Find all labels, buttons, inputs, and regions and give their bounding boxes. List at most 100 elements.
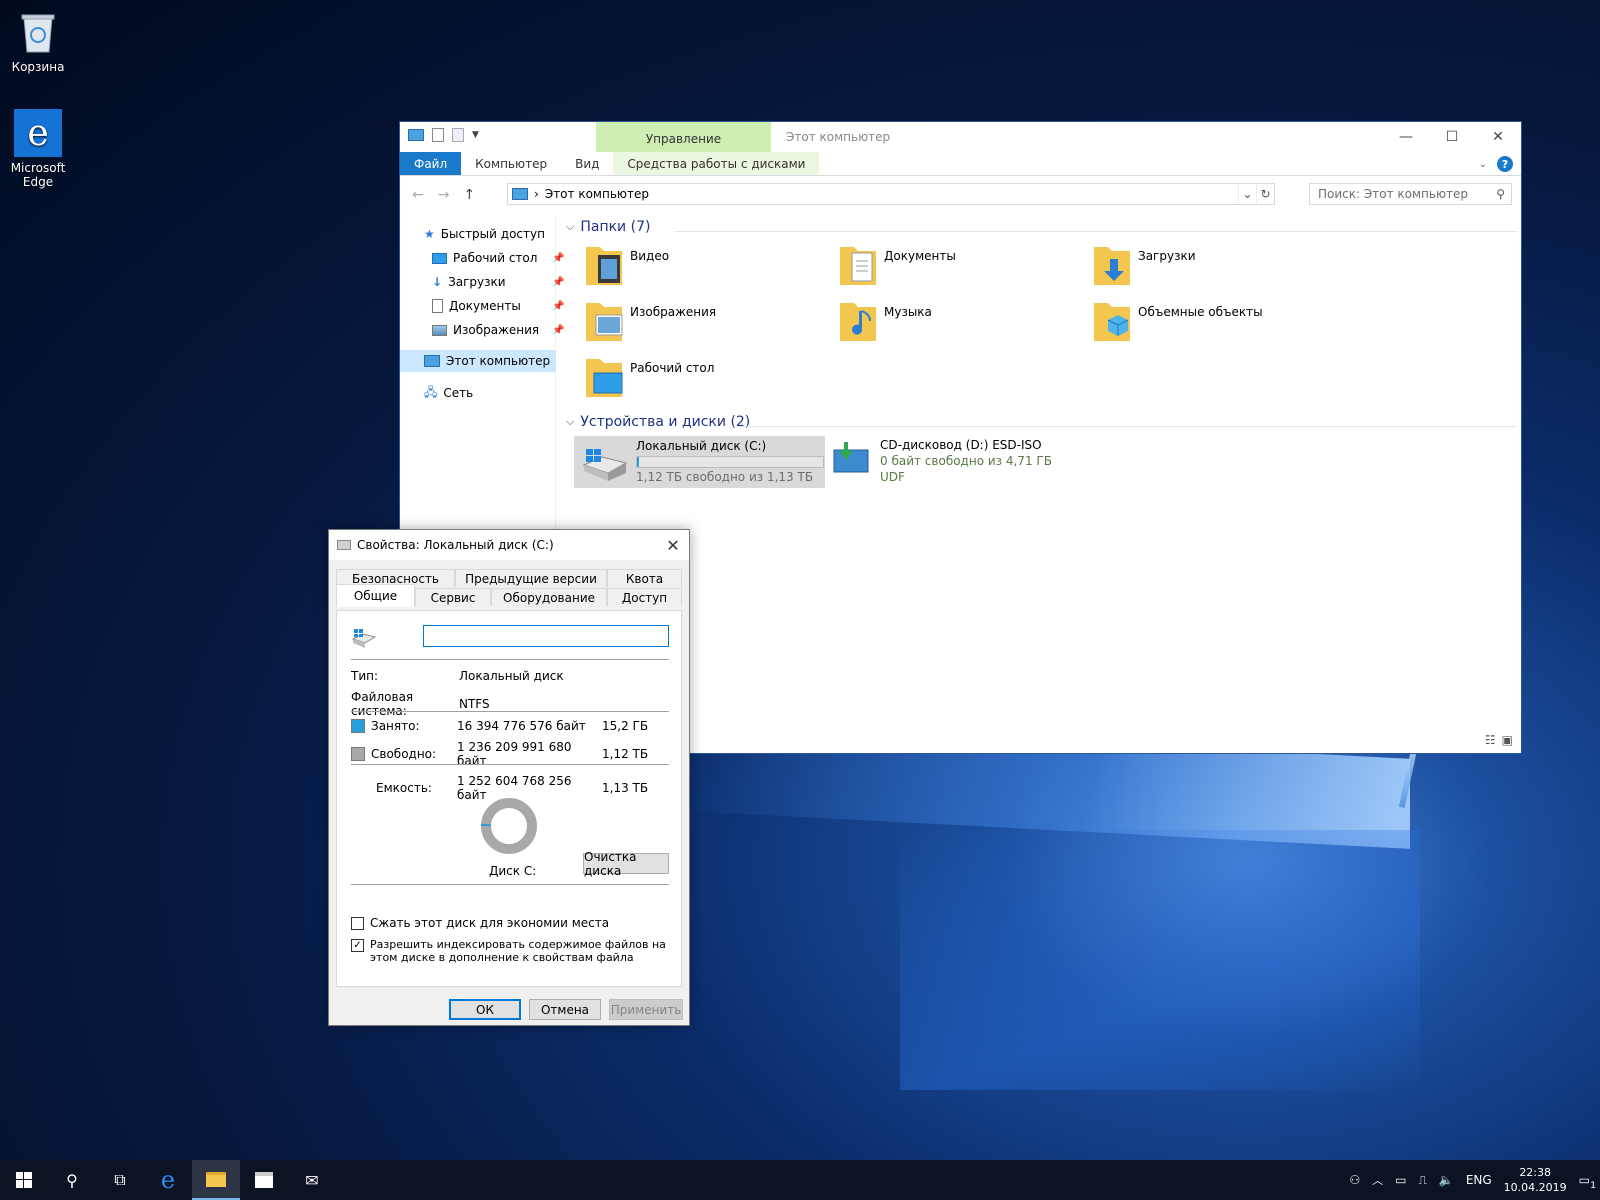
star-icon: ★ (424, 227, 435, 241)
people-icon[interactable]: ⚇ (1349, 1173, 1360, 1187)
tab-previous-versions[interactable]: Предыдущие версии (455, 569, 607, 587)
filesystem-row: Файловая система: NTFS (351, 690, 490, 718)
tab-quota[interactable]: Квота (607, 569, 682, 587)
volume-name-input[interactable] (423, 625, 669, 647)
nav-network-label: Сеть (443, 386, 474, 400)
expand-ribbon-icon[interactable]: ⌄ (1479, 159, 1487, 170)
nav-documents[interactable]: Документы 📌 (432, 296, 564, 316)
search-button[interactable]: ⚲ (48, 1160, 96, 1200)
folder-item[interactable]: Документы (838, 241, 956, 287)
search-icon: ⚲ (66, 1170, 78, 1190)
drive-c-free: 1,12 ТБ свободно из 1,13 ТБ (636, 470, 814, 484)
close-button[interactable]: ✕ (1475, 122, 1521, 152)
search-input[interactable]: Поиск: Этот компьютер ⚲ (1309, 183, 1512, 205)
index-option[interactable]: ✓ Разрешить индексировать содержимое фай… (351, 938, 671, 964)
apply-button[interactable]: Применить (609, 999, 683, 1020)
tab-hardware[interactable]: Оборудование (491, 588, 607, 606)
help-icon[interactable]: ? (1497, 156, 1513, 172)
folder-item[interactable]: Объемные объекты (1092, 297, 1263, 343)
breadcrumb-chevron-icon: › (534, 187, 539, 201)
start-button[interactable] (0, 1160, 48, 1200)
address-dropdown-icon[interactable]: ⌄ (1238, 184, 1256, 204)
windows-logo-icon (16, 1172, 32, 1188)
type-row: Тип: Локальный диск (351, 669, 564, 683)
used-label: Занято: (371, 719, 420, 733)
nav-this-pc[interactable]: Этот компьютер (400, 350, 556, 372)
qat-dropdown-icon[interactable]: ▼ (472, 130, 479, 140)
nav-buttons: ← → ↑ (400, 187, 506, 203)
up-arrow-icon[interactable]: ↑ (463, 187, 475, 203)
folder-label: Музыка (884, 305, 932, 319)
tab-tools[interactable]: Сервис (415, 588, 491, 606)
tab-sharing[interactable]: Доступ (607, 588, 682, 606)
tab-view[interactable]: Вид (561, 152, 613, 175)
volume-icon[interactable]: 🔈 (1439, 1173, 1454, 1187)
dialog-close-icon[interactable]: ✕ (657, 530, 689, 560)
tab-general[interactable]: Общие (336, 584, 415, 607)
show-hidden-icons-chevron-icon[interactable]: ︿ (1372, 1172, 1383, 1188)
compress-label: Сжать этот диск для экономии места (370, 916, 610, 930)
task-view-button[interactable]: ⧉ (96, 1160, 144, 1200)
nav-desktop-label: Рабочий стол (453, 251, 538, 265)
nav-quick-access-label: Быстрый доступ (440, 227, 545, 241)
notification-center-icon[interactable]: ▭ 1 (1579, 1173, 1596, 1191)
window-controls: — ☐ ✕ (1383, 122, 1521, 152)
clock-date: 10.04.2019 (1503, 1181, 1567, 1194)
battery-icon[interactable]: ▭ (1395, 1173, 1406, 1187)
folder-item[interactable]: Рабочий стол (584, 353, 714, 399)
nav-pictures[interactable]: Изображения 📌 (432, 320, 564, 340)
back-arrow-icon[interactable]: ← (412, 187, 424, 203)
cancel-button[interactable]: Отмена (529, 999, 601, 1020)
computer-icon (512, 188, 528, 200)
ok-button[interactable]: ОК (449, 999, 521, 1020)
nav-this-pc-label: Этот компьютер (446, 354, 551, 368)
folder-item[interactable]: Музыка (838, 297, 932, 343)
download-icon: ↓ (432, 275, 443, 289)
language-indicator[interactable]: ENG (1466, 1173, 1492, 1187)
window-title: Этот компьютер (786, 130, 891, 144)
nav-downloads[interactable]: ↓ Загрузки 📌 (432, 272, 564, 292)
tab-file[interactable]: Файл (400, 152, 462, 175)
properties-qat-icon[interactable] (432, 128, 444, 142)
forward-arrow-icon[interactable]: → (438, 187, 450, 203)
compress-checkbox[interactable] (351, 916, 364, 930)
refresh-icon[interactable]: ↻ (1256, 184, 1274, 204)
collapse-chevron-icon: ⌵ (566, 220, 575, 233)
details-view-icon[interactable]: ☷ (1485, 733, 1496, 747)
index-checkbox[interactable]: ✓ (351, 939, 364, 952)
taskbar-store[interactable] (240, 1160, 288, 1200)
new-folder-qat-icon[interactable] (452, 128, 464, 142)
folder-item[interactable]: Видео (584, 241, 669, 287)
folder-item[interactable]: Загрузки (1092, 241, 1196, 287)
desktop-icon-recycle-bin[interactable]: Корзина (0, 8, 76, 74)
maximize-button[interactable]: ☐ (1429, 122, 1475, 152)
compress-option[interactable]: Сжать этот диск для экономии места (351, 916, 609, 930)
drive-d[interactable]: CD-дисковод (D:) ESD-ISO 0 байт свободно… (832, 438, 1052, 484)
folders-group-header[interactable]: ⌵ Папки (7) (566, 219, 650, 235)
minimize-button[interactable]: — (1383, 122, 1429, 152)
3d-objects-folder-icon (1092, 297, 1132, 343)
folder-item[interactable]: Изображения (584, 297, 716, 343)
taskbar-explorer[interactable] (192, 1160, 240, 1200)
address-bar[interactable]: › Этот компьютер ⌄ ↻ (507, 183, 1275, 205)
taskbar-edge[interactable]: e (144, 1160, 192, 1200)
clock[interactable]: 22:38 10.04.2019 (1504, 1165, 1567, 1195)
disk-cleanup-button[interactable]: Очистка диска (583, 850, 669, 878)
devices-group-header[interactable]: ⌵ Устройства и диски (2) (566, 414, 750, 430)
nav-quick-access[interactable]: ★ Быстрый доступ (424, 224, 545, 244)
tab-drive-tools[interactable]: Средства работы с дисками (613, 152, 820, 175)
nav-desktop[interactable]: Рабочий стол 📌 (432, 248, 564, 268)
desktop-icon (432, 252, 447, 264)
taskbar-mail[interactable]: ✉ (288, 1160, 336, 1200)
network-tray-icon[interactable]: ⎍ (1418, 1173, 1426, 1188)
used-size: 15,2 ГБ (602, 719, 649, 733)
content-pane: ⌵ Папки (7) Видео Документы Загрузки Изо… (560, 217, 1521, 753)
tab-computer[interactable]: Компьютер (461, 152, 561, 175)
dialog-titlebar: Свойства: Локальный диск (C:) ✕ (329, 530, 689, 560)
drive-c[interactable]: Локальный диск (C:) 1,12 ТБ свободно из … (574, 436, 825, 488)
video-folder-icon (584, 241, 624, 287)
tiles-view-icon[interactable]: ▣ (1502, 733, 1513, 747)
task-view-icon: ⧉ (114, 1170, 126, 1189)
nav-network[interactable]: 🖧 Сеть (424, 383, 473, 403)
desktop-icon-edge[interactable]: e Microsoft Edge (0, 109, 76, 189)
